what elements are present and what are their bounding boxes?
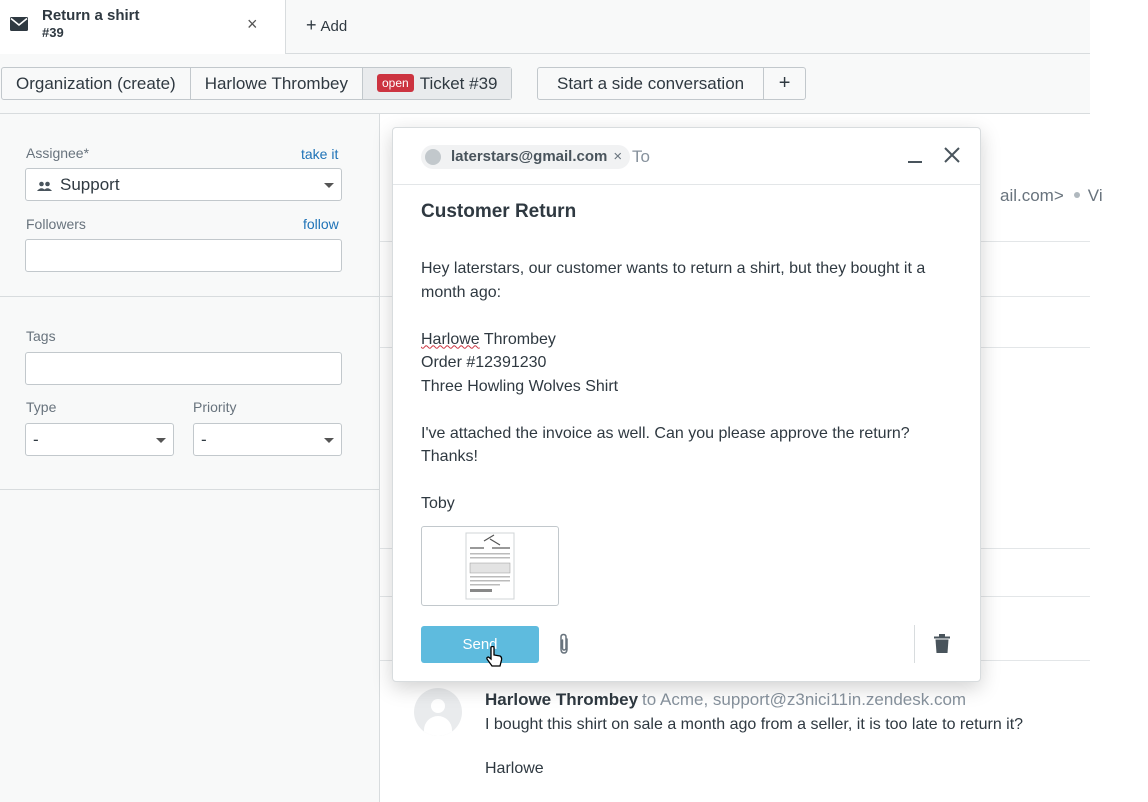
priority-value: - [201,430,207,449]
breadcrumb-ticket[interactable]: open Ticket #39 [362,68,512,99]
ticket-properties-sidebar: Assignee* take it Support Followers foll… [0,114,380,802]
start-side-conversation-button[interactable]: Start a side conversation [538,68,763,99]
comment-signature: Harlowe [485,760,544,777]
paperclip-icon[interactable] [557,633,571,660]
breadcrumb-ticket-label: Ticket #39 [419,74,498,93]
tags-label: Tags [26,328,56,344]
recipient-chip[interactable]: laterstars@gmail.com × [421,145,631,169]
breadcrumb: Organization (create) Harlowe Thrombey o… [1,67,513,100]
ticket-tab-title: Return a shirt [42,7,140,24]
body-product: Three Howling Wolves Shirt [421,377,619,395]
divider [0,296,379,297]
chevron-down-icon [324,438,334,443]
recipient-header: laterstars@gmail.com × To [393,128,980,185]
trash-icon[interactable] [934,634,950,658]
attachment-thumbnail[interactable] [421,526,559,606]
body-signature: Toby [421,495,455,512]
ticket-tab-number: #39 [42,25,64,40]
message-body[interactable]: Hey laterstars, our customer wants to re… [421,257,951,539]
divider [914,625,915,663]
assignee-select[interactable]: Support [25,168,342,201]
add-tab-label: Add [320,18,348,35]
top-tab-bar: Return a shirt #39 × + Add [0,0,1090,54]
tags-input[interactable] [25,352,342,385]
chevron-down-icon [324,183,334,188]
spellcheck-word: Harlowe [421,330,480,348]
send-button[interactable]: Send [421,626,539,663]
breadcrumb-bar: Organization (create) Harlowe Thrombey o… [0,54,1090,114]
close-tab-icon[interactable]: × [247,14,258,35]
separator-dot [1073,192,1080,198]
followers-label: Followers [26,216,86,232]
chevron-down-icon [156,438,166,443]
type-select[interactable]: - [25,423,174,456]
side-conversation-panel: laterstars@gmail.com × To Customer Return… [392,127,981,682]
body-paragraph: Hey laterstars, our customer wants to re… [421,260,926,301]
priority-label: Priority [193,399,237,415]
divider [0,489,379,490]
invoice-thumbnail-image [465,532,515,600]
comment-recipients: to Acme, support@z3nici11in.zendesk.com [642,690,967,709]
followers-input[interactable] [25,239,342,272]
body-paragraph: I've attached the invoice as well. Can y… [421,424,910,466]
plus-icon: + [306,15,317,35]
avatar [414,688,462,736]
assignee-label: Assignee* [26,145,90,161]
breadcrumb-organization[interactable]: Organization (create) [2,68,191,99]
breadcrumb-requester[interactable]: Harlowe Thrombey [191,68,363,99]
status-badge: open [376,74,414,92]
side-conversation-plus-button[interactable]: + [763,68,805,99]
ticket-tab[interactable]: Return a shirt #39 × [0,0,286,54]
comment-author: Harlowe Thrombey to Acme, support@z3nici1… [485,690,966,710]
take-it-link[interactable]: take it [301,146,338,162]
group-icon [37,179,52,197]
type-value: - [33,430,39,449]
to-input[interactable]: To [632,147,650,167]
side-conversation-group: Start a side conversation + [537,67,807,100]
body-text: Thrombey [479,330,556,348]
comment-author-name[interactable]: Harlowe Thrombey [485,690,638,709]
body-details: Harlowe Thrombey Order #12391230 Three H… [421,328,951,399]
comment-body: I bought this shirt on sale a month ago … [485,716,1024,733]
requester-email-fragment: ail.com> [1000,186,1064,205]
type-label: Type [26,399,57,415]
recipient-email: laterstars@gmail.com [451,148,608,165]
close-icon[interactable] [944,143,960,169]
minimize-icon[interactable] [908,148,922,169]
subject-field[interactable]: Customer Return [421,201,576,223]
via-fragment: Vi [1087,186,1103,205]
envelope-icon [10,17,28,36]
remove-recipient-icon[interactable]: × [613,148,622,165]
ticket-requester-info: ail.com> Vi [1000,186,1103,206]
add-tab-button[interactable]: + Add [306,15,347,36]
assignee-value: Support [60,175,120,194]
body-order: Order #12391230 [421,354,547,371]
avatar [425,149,441,165]
priority-select[interactable]: - [193,423,342,456]
follow-link[interactable]: follow [303,216,339,232]
pointer-cursor-icon [485,645,503,673]
